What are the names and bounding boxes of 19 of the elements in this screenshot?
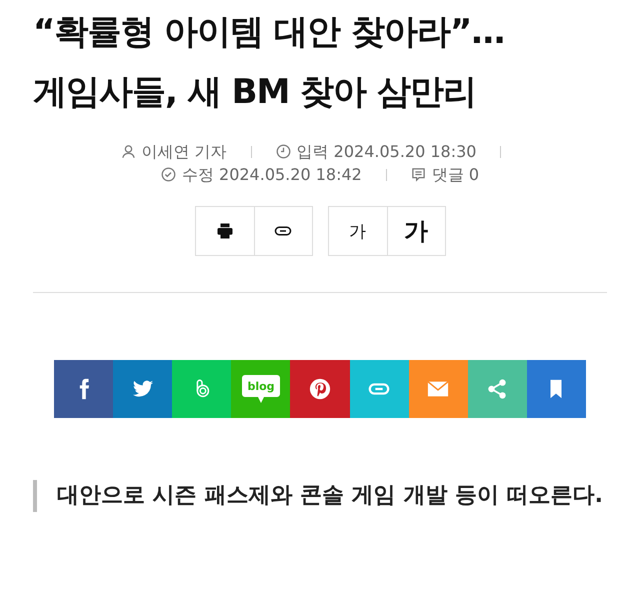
subtitle: 대안으로 시즌 패스제와 콘솔 게임 개발 등이 떠오른다. [57,482,604,510]
check-circle-icon [160,167,176,182]
share-icon [486,378,508,400]
person-icon [120,144,136,159]
comment-icon [410,167,426,182]
author-name: 이세연 기자 [142,141,227,163]
printer-icon [216,222,234,240]
headline: “확률형 아이템 대안 찾아라”… [33,11,506,54]
headline: 게임사들, 새 BM 찾아 삼만리 [33,71,478,114]
share-button[interactable] [54,360,114,418]
edited-date: 수정 2024.05.20 18:42 [182,164,362,186]
comment-count[interactable]: 댓글 0 [432,163,480,186]
pinterest-icon [308,378,331,400]
clock-icon [276,144,291,159]
entered-date: 입력 2024.05.20 18:30 [296,141,476,163]
share-button[interactable] [290,360,350,418]
blog-icon: blog [240,373,281,405]
share-button[interactable] [113,360,172,418]
share-button[interactable] [526,360,586,418]
